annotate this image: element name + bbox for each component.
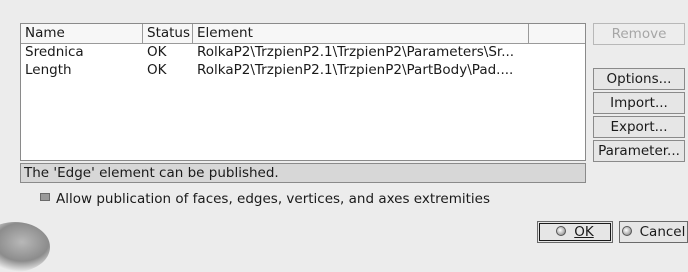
row-element-cell: RolkaP2\TrzpienP2.1\TrzpienP2\Parameters… [197,44,515,60]
ok-radio-icon [556,226,567,236]
checkbox-indicator-icon[interactable] [40,193,50,201]
column-header-extra[interactable] [529,24,585,43]
table-row[interactable]: Srednica OK RolkaP2\TrzpienP2.1\TrzpienP… [21,43,585,61]
import-button[interactable]: Import... [593,92,685,114]
published-elements-table[interactable]: Name Status Element Srednica OK RolkaP2\… [20,23,586,161]
table-header: Name Status Element [21,24,585,44]
decorative-corner-shape [0,222,50,272]
row-element-cell: RolkaP2\TrzpienP2.1\TrzpienP2\PartBody\P… [197,62,514,78]
ok-button[interactable]: OK [537,221,613,243]
row-name-cell: Length [25,62,72,78]
allow-publication-label: Allow publication of faces, edges, verti… [56,191,491,207]
row-name-cell: Srednica [25,44,84,60]
options-button[interactable]: Options... [593,68,685,90]
remove-button[interactable]: Remove [593,23,685,45]
row-status-cell: OK [147,44,167,60]
allow-publication-checkbox[interactable]: Allow publication of faces, edges, verti… [40,189,490,209]
parameter-button[interactable]: Parameter... [593,140,685,162]
export-button[interactable]: Export... [593,116,685,138]
column-header-status[interactable]: Status [143,24,193,43]
ok-button-label: OK [574,224,594,240]
column-header-element[interactable]: Element [193,24,529,43]
row-status-cell: OK [147,62,167,78]
cancel-radio-icon [621,226,632,236]
cancel-button[interactable]: Cancel [619,221,688,243]
table-row[interactable]: Length OK RolkaP2\TrzpienP2.1\TrzpienP2\… [21,61,585,79]
status-message: The 'Edge' element can be published. [20,163,586,183]
column-header-name[interactable]: Name [21,24,143,43]
cancel-button-label: Cancel [639,224,686,240]
